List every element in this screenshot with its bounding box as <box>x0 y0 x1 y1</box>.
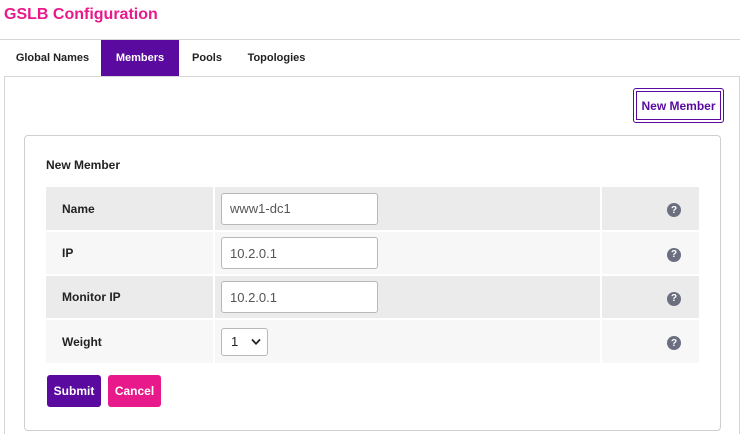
tab-pools[interactable]: Pools <box>179 40 235 76</box>
form-row-weight: Weight 1 ? <box>46 319 699 363</box>
submit-button[interactable]: Submit <box>47 375 101 407</box>
form-row-name: Name ? <box>46 187 699 232</box>
question-circle-icon[interactable]: ? <box>667 247 681 262</box>
tab-bar: Global Names Members Pools Topologies <box>4 40 318 76</box>
field-label-ip: IP <box>46 231 214 276</box>
page-title: GSLB Configuration <box>4 6 158 23</box>
weight-select[interactable]: 1 <box>221 327 268 356</box>
tab-members[interactable]: Members <box>101 40 179 76</box>
cancel-button[interactable]: Cancel <box>108 375 161 407</box>
chevron-down-icon <box>251 338 261 345</box>
form-row-ip: IP ? <box>46 231 699 276</box>
ip-input[interactable] <box>221 237 378 269</box>
form-row-monitor-ip: Monitor IP ? <box>46 275 699 320</box>
tab-global-names[interactable]: Global Names <box>4 40 101 76</box>
field-label-monitor-ip: Monitor IP <box>46 275 214 320</box>
member-form-table: Name ? IP ? Monitor IP ? <box>46 187 699 363</box>
monitor-ip-input[interactable] <box>221 281 378 313</box>
question-circle-icon[interactable]: ? <box>667 291 681 306</box>
question-circle-icon[interactable]: ? <box>667 336 681 350</box>
field-label-weight: Weight <box>46 319 214 363</box>
new-member-panel: New Member Name ? IP ? Monitor IP <box>24 135 721 431</box>
question-circle-icon[interactable]: ? <box>667 203 681 217</box>
tab-topologies[interactable]: Topologies <box>235 40 318 76</box>
field-label-name: Name <box>46 187 214 232</box>
weight-selected-value: 1 <box>231 334 239 349</box>
name-input[interactable] <box>221 192 378 225</box>
new-member-button[interactable]: New Member <box>633 88 724 123</box>
panel-title: New Member <box>46 158 121 172</box>
